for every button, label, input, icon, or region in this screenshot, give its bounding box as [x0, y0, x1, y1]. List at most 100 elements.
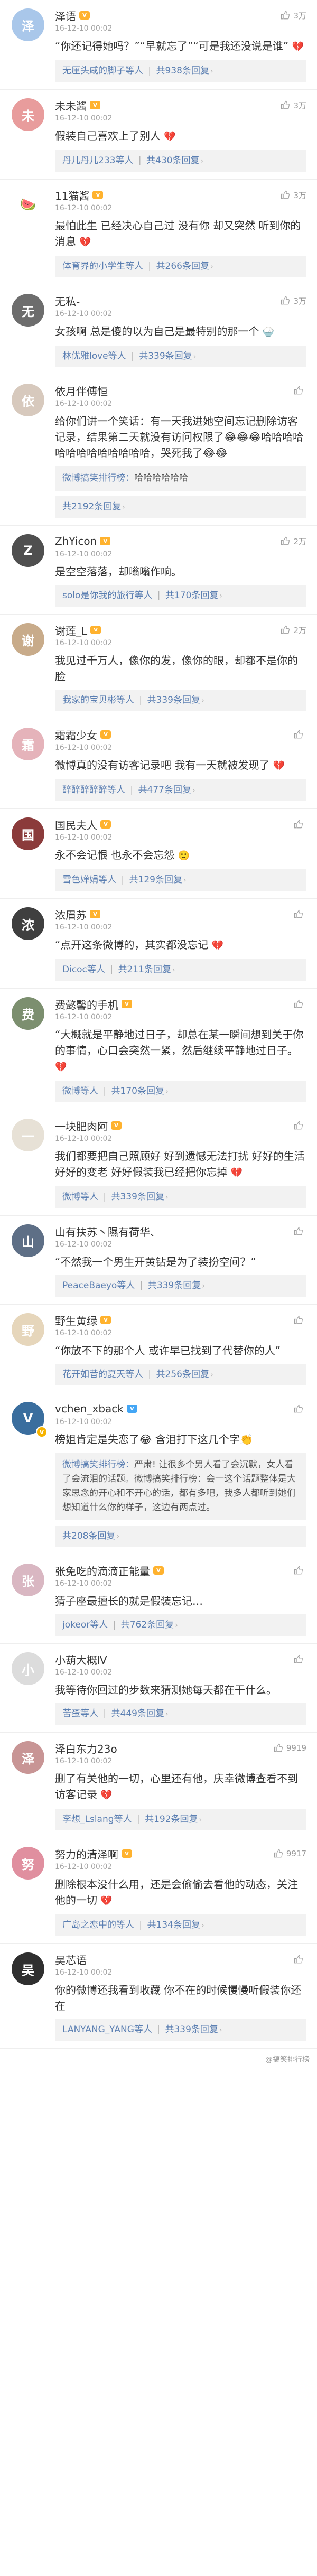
- username[interactable]: 山有扶苏丶隰有荷华、: [55, 1224, 161, 1239]
- reply-count[interactable]: 共339条回复: [165, 2024, 218, 2035]
- reply-users[interactable]: 无厘头咸的脚子等人: [62, 66, 143, 76]
- username[interactable]: 张免吃的滴滴正能量: [55, 1563, 150, 1578]
- reply-users[interactable]: 微博等人: [62, 1192, 98, 1202]
- view-replies-link[interactable]: Dicoc等人 | 共211条回复 ›: [55, 959, 306, 981]
- reply-count[interactable]: 共192条回复: [145, 1814, 198, 1825]
- username[interactable]: vchen_xback: [55, 1402, 124, 1415]
- reply-users[interactable]: 丹儿丹儿233等人: [62, 155, 133, 166]
- reply-users[interactable]: 体育界的小学生等人: [62, 261, 143, 272]
- reply-count[interactable]: 共477条回复: [138, 785, 191, 795]
- username[interactable]: 未未酱: [55, 98, 87, 113]
- view-replies-link[interactable]: 无厘头咸的脚子等人 | 共938条回复 ›: [55, 60, 306, 82]
- view-replies-link[interactable]: 李想_Lslang等人 | 共192条回复 ›: [55, 1809, 306, 1830]
- username[interactable]: 11猫酱: [55, 188, 89, 203]
- like-button[interactable]: [294, 999, 306, 1009]
- reply-users[interactable]: jokeor等人: [62, 1620, 108, 1630]
- view-replies-link[interactable]: 丹儿丹儿233等人 | 共430条回复 ›: [55, 150, 306, 172]
- avatar[interactable]: 一: [12, 1119, 44, 1151]
- reply-users[interactable]: 醉醉醉醉醉等人: [62, 785, 125, 795]
- like-button[interactable]: [294, 1566, 306, 1575]
- like-button[interactable]: 2万: [281, 536, 306, 547]
- reply-count[interactable]: 共339条回复: [148, 1280, 201, 1291]
- view-replies-link[interactable]: 微博等人 | 共339条回复 ›: [55, 1186, 306, 1208]
- reply-count[interactable]: 共339条回复: [111, 1192, 164, 1202]
- view-replies-link[interactable]: LANYANG_YANG等人 | 共339条回复 ›: [55, 2019, 306, 2041]
- like-button[interactable]: [294, 1121, 306, 1130]
- like-button[interactable]: [294, 386, 306, 395]
- like-button[interactable]: 9917: [274, 1849, 306, 1858]
- reply-count[interactable]: 共170条回复: [165, 590, 218, 601]
- like-button[interactable]: [294, 909, 306, 919]
- reply-count[interactable]: 共762条回复: [121, 1620, 174, 1630]
- username[interactable]: 一块肥肉阿: [55, 1118, 108, 1133]
- avatar[interactable]: 🍉: [12, 188, 44, 221]
- avatar[interactable]: 张: [12, 1564, 44, 1596]
- username[interactable]: 努力的清泽啊: [55, 1846, 118, 1862]
- view-replies-link[interactable]: 醉醉醉醉醉等人 | 共477条回复 ›: [55, 779, 306, 801]
- avatar[interactable]: 野: [12, 1313, 44, 1346]
- view-replies-link[interactable]: 林优雅love等人 | 共339条回复 ›: [55, 346, 306, 367]
- avatar[interactable]: 吴: [12, 1952, 44, 1985]
- reply-users[interactable]: 林优雅love等人: [62, 351, 126, 361]
- like-button[interactable]: [294, 1226, 306, 1236]
- like-button[interactable]: [294, 730, 306, 739]
- username[interactable]: 国民夫人: [55, 817, 97, 832]
- view-replies-link[interactable]: PeaceBaeyo等人 | 共339条回复 ›: [55, 1275, 306, 1297]
- like-button[interactable]: [294, 820, 306, 829]
- reply-count[interactable]: 共339条回复: [147, 695, 200, 705]
- reply-box[interactable]: 微博搞笑排行榜：哈哈哈哈哈哈: [55, 466, 306, 491]
- reply-users[interactable]: 李想_Lslang等人: [62, 1814, 132, 1825]
- avatar[interactable]: 泽: [12, 8, 44, 41]
- like-button[interactable]: [294, 1315, 306, 1325]
- username[interactable]: 浓眉苏: [55, 907, 87, 922]
- reply-count[interactable]: 共170条回复: [111, 1086, 164, 1096]
- reply-username[interactable]: 微博搞笑排行榜：: [62, 473, 134, 483]
- avatar[interactable]: Z: [12, 534, 44, 567]
- reply-users[interactable]: solo是你我的旅行等人: [62, 590, 152, 601]
- reply-users[interactable]: 苦蛋等人: [62, 1708, 98, 1719]
- reply-users[interactable]: 雪色婵娟等人: [62, 875, 116, 885]
- avatar[interactable]: 谢: [12, 623, 44, 656]
- username[interactable]: 吴芯语: [55, 1952, 87, 1967]
- like-button[interactable]: 3万: [281, 100, 306, 111]
- username[interactable]: 依月伴傅恒: [55, 383, 108, 398]
- view-replies-link[interactable]: 共2192条回复 ›: [55, 496, 306, 518]
- view-replies-link[interactable]: 广岛之恋中的等人 | 共134条回复 ›: [55, 1914, 306, 1936]
- avatar[interactable]: 小: [12, 1652, 44, 1685]
- avatar[interactable]: 无: [12, 294, 44, 327]
- like-button[interactable]: 3万: [281, 190, 306, 201]
- reply-username[interactable]: 微博搞笑排行榜：: [62, 1459, 134, 1470]
- like-button[interactable]: [294, 1955, 306, 1964]
- view-replies-link[interactable]: 雪色婵娟等人 | 共129条回复 ›: [55, 869, 306, 891]
- avatar[interactable]: 努: [12, 1847, 44, 1880]
- avatar[interactable]: 国: [12, 817, 44, 850]
- avatar[interactable]: 山: [12, 1224, 44, 1257]
- reply-users[interactable]: PeaceBaeyo等人: [62, 1280, 135, 1291]
- like-button[interactable]: 2万: [281, 625, 306, 636]
- reply-count[interactable]: 共208条回复: [62, 1531, 115, 1541]
- reply-users[interactable]: 花开如昔的夏天等人: [62, 1369, 143, 1380]
- like-button[interactable]: 3万: [281, 295, 306, 306]
- view-replies-link[interactable]: jokeor等人 | 共762条回复 ›: [55, 1614, 306, 1636]
- reply-users[interactable]: 我家的宝贝彬等人: [62, 695, 134, 705]
- reply-count[interactable]: 共339条回复: [139, 351, 192, 361]
- reply-count[interactable]: 共449条回复: [111, 1708, 164, 1719]
- reply-count[interactable]: 共256条回复: [156, 1369, 209, 1380]
- reply-users[interactable]: 微博等人: [62, 1086, 98, 1096]
- view-replies-link[interactable]: 微博等人 | 共170条回复 ›: [55, 1081, 306, 1102]
- username[interactable]: 小葫大概Ⅳ: [55, 1652, 107, 1667]
- avatar[interactable]: 依: [12, 384, 44, 416]
- view-replies-link[interactable]: 我家的宝贝彬等人 | 共339条回复 ›: [55, 690, 306, 711]
- avatar[interactable]: 浓: [12, 907, 44, 940]
- username[interactable]: ZhYicon: [55, 535, 97, 547]
- reply-count[interactable]: 共211条回复: [118, 964, 171, 975]
- reply-count[interactable]: 共129条回复: [129, 875, 182, 885]
- reply-users[interactable]: LANYANG_YANG等人: [62, 2024, 152, 2035]
- username[interactable]: 霜霜少女: [55, 727, 97, 742]
- like-button[interactable]: [294, 1404, 306, 1413]
- reply-count[interactable]: 共134条回复: [147, 1920, 200, 1930]
- view-replies-link[interactable]: solo是你我的旅行等人 | 共170条回复 ›: [55, 585, 306, 607]
- avatar[interactable]: 泽: [12, 1741, 44, 1774]
- username[interactable]: 野生黄绿: [55, 1313, 97, 1328]
- view-replies-link[interactable]: 苦蛋等人 | 共449条回复 ›: [55, 1703, 306, 1725]
